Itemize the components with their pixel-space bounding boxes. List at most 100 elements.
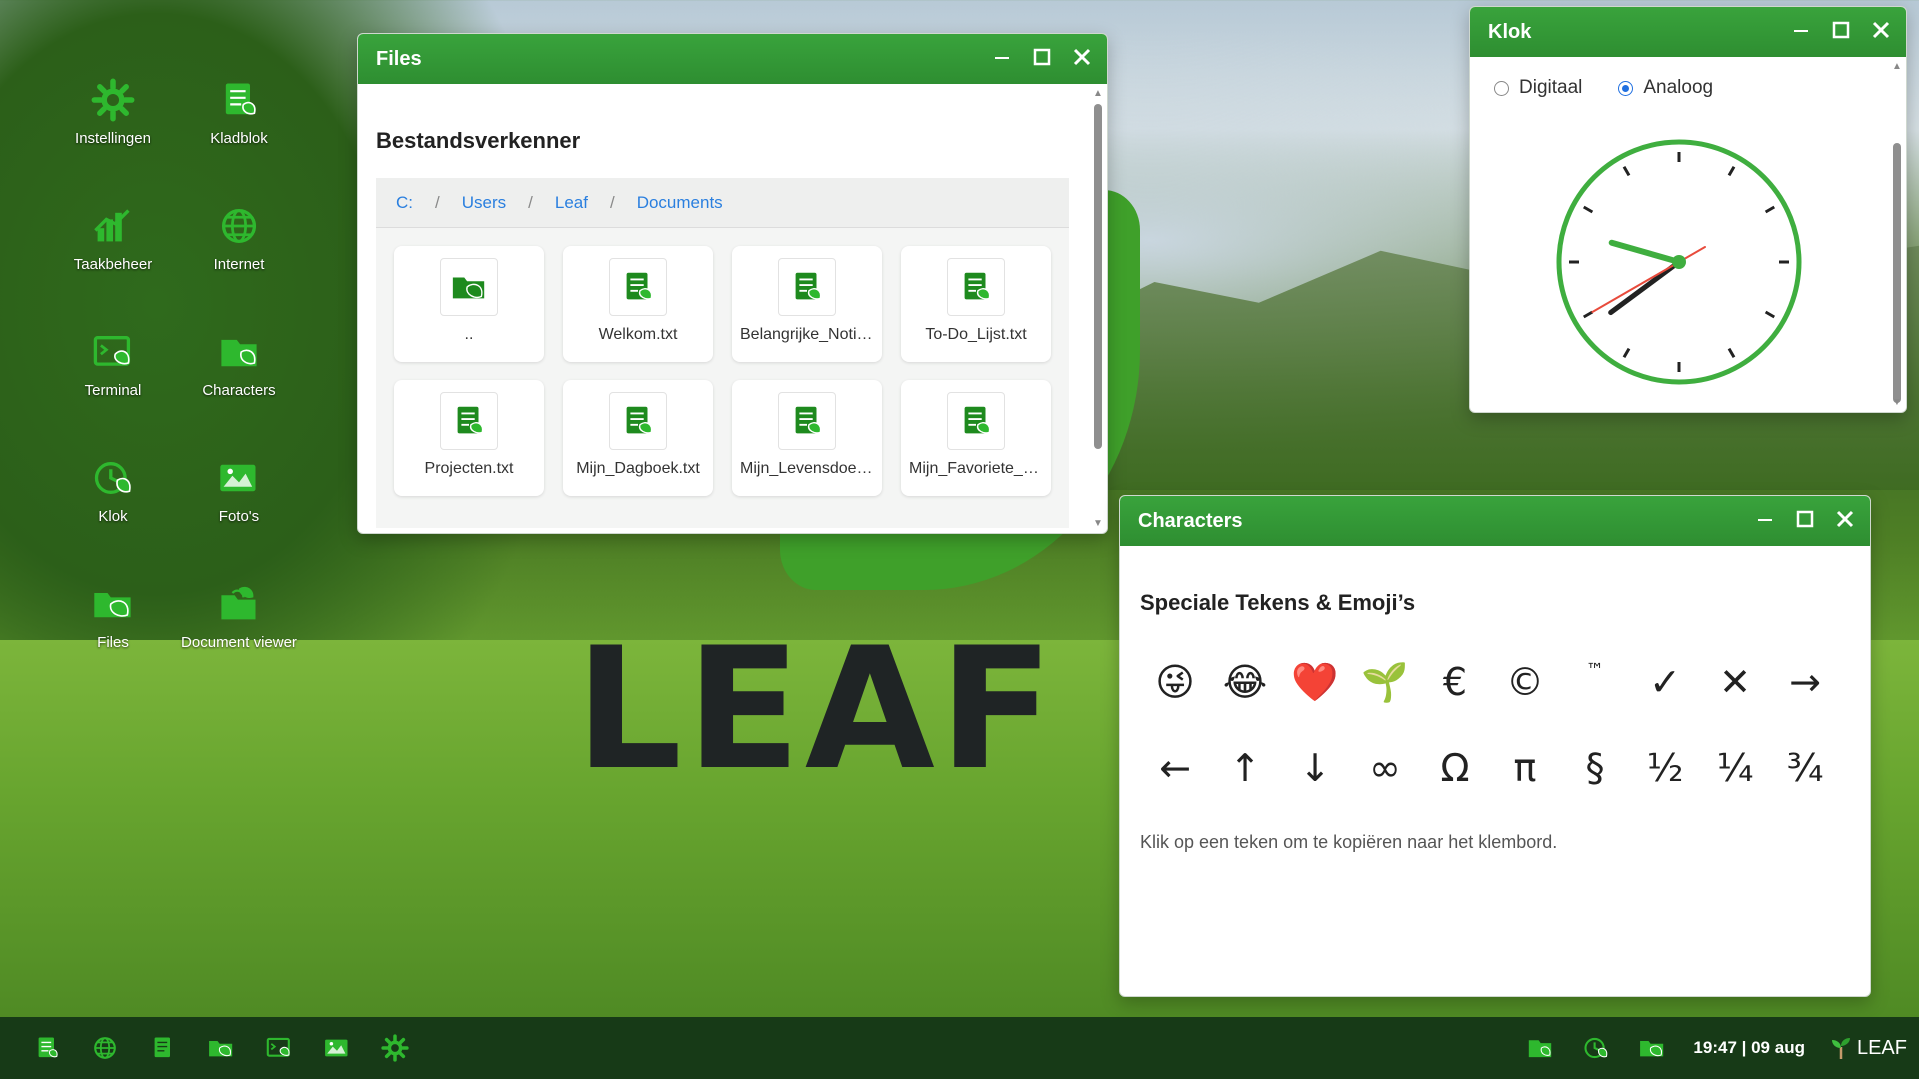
files-titlebar[interactable]: Files — [358, 34, 1107, 84]
desktop-icon-foto-s[interactable]: Foto's — [179, 456, 299, 526]
taskbar-globe-button[interactable] — [90, 1033, 120, 1063]
character-button[interactable]: § — [1560, 738, 1630, 798]
file-icon — [795, 406, 822, 434]
clock-titlebar[interactable]: Klok — [1470, 7, 1906, 57]
file-tile[interactable]: Mijn_Levensdoelen.txt — [732, 380, 882, 496]
gear-icon — [381, 1034, 409, 1062]
character-button[interactable]: Ω — [1420, 738, 1490, 798]
desktop-icon-label: Document viewer — [181, 634, 297, 651]
taskbar-photos-button[interactable] — [322, 1033, 352, 1063]
character-button[interactable]: ❤️ — [1280, 652, 1350, 712]
characters-titlebar[interactable]: Characters — [1120, 496, 1870, 546]
window-title: Files — [376, 47, 422, 70]
tray-characters-button[interactable] — [1525, 1033, 1555, 1063]
radio-button[interactable] — [1494, 80, 1509, 96]
file-tile[interactable]: Belangrijke_Notities.txt — [732, 246, 882, 362]
maximize-button[interactable] — [1830, 19, 1852, 41]
file-thumbnail — [440, 392, 498, 450]
character-button[interactable]: π — [1490, 738, 1560, 798]
analog-clock — [1556, 139, 1802, 385]
files-heading: Bestandsverkenner — [376, 128, 581, 153]
minimize-icon — [1758, 519, 1772, 521]
close-button[interactable] — [1834, 508, 1856, 530]
file-name: Welkom.txt — [598, 326, 678, 343]
file-tile[interactable]: Projecten.txt — [394, 380, 544, 496]
minimize-button[interactable] — [1790, 19, 1812, 41]
file-tile[interactable]: Welkom.txt — [563, 246, 713, 362]
desktop-icon-document-viewer[interactable]: Document viewer — [179, 582, 299, 652]
tray-icons — [1525, 1033, 1667, 1063]
file-icon — [626, 272, 653, 300]
file-tile[interactable]: To-Do_Lijst.txt — [901, 246, 1051, 362]
maximize-button[interactable] — [1794, 508, 1816, 530]
scroll-down-arrow-icon[interactable]: ▼ — [1891, 397, 1903, 409]
character-button[interactable]: ← — [1140, 738, 1210, 798]
character-button[interactable]: © — [1490, 652, 1560, 712]
radio-analoog[interactable]: Analoog — [1618, 77, 1713, 99]
file-name: Projecten.txt — [424, 460, 514, 477]
character-button[interactable]: ✓ — [1630, 652, 1700, 712]
character-button[interactable]: ½ — [1630, 738, 1700, 798]
scroll-up-arrow-icon[interactable]: ▲ — [1891, 61, 1903, 73]
maximize-button[interactable] — [1031, 46, 1053, 68]
desktop-icon-label: Kladblok — [210, 130, 268, 147]
character-button[interactable]: ™ — [1560, 652, 1630, 712]
scroll-down-arrow-icon[interactable]: ▼ — [1092, 518, 1104, 530]
character-button[interactable]: 😂 — [1210, 652, 1280, 712]
taskbar-folder-button[interactable] — [206, 1033, 236, 1063]
desktop-icon-characters[interactable]: Characters — [179, 330, 299, 400]
file-thumbnail — [778, 258, 836, 316]
radio-button[interactable] — [1618, 80, 1634, 96]
scrollbar-thumb[interactable] — [1094, 104, 1102, 449]
minimize-button[interactable] — [1754, 508, 1776, 530]
radio-digitaal[interactable]: Digitaal — [1494, 77, 1582, 99]
desktop-icon-terminal[interactable]: Terminal — [53, 330, 173, 400]
character-button[interactable]: 😜 — [1140, 652, 1210, 712]
character-button[interactable]: ✕ — [1700, 652, 1770, 712]
characters-window: Characters Speciale Tekens & Emoji’s 😜 😂 ❤… — [1119, 495, 1871, 997]
scrollbar-thumb[interactable] — [1893, 143, 1901, 403]
breadcrumb-item[interactable]: Documents — [637, 193, 723, 213]
maximize-icon — [1033, 48, 1051, 66]
taskbar-notes-button[interactable] — [148, 1033, 178, 1063]
breadcrumb-separator: / — [609, 192, 615, 212]
start-button[interactable]: LEAF — [1831, 1037, 1907, 1060]
folder-thumbnail — [440, 258, 498, 316]
desktop-icon-kladblok[interactable]: Kladblok — [179, 78, 299, 148]
desktop-icon-taakbeheer[interactable]: Taakbeheer — [53, 204, 173, 274]
files-scrollbar[interactable]: ▲ ▼ — [1089, 84, 1107, 533]
breadcrumb-item[interactable]: Users — [462, 193, 506, 213]
file-tile[interactable]: Mijn_Dagboek.txt — [563, 380, 713, 496]
close-button[interactable] — [1870, 19, 1892, 41]
clock-scrollbar[interactable]: ▲ ▼ — [1888, 57, 1906, 412]
character-button[interactable]: ¼ — [1700, 738, 1770, 798]
desktop-icon-files[interactable]: Files — [53, 582, 173, 652]
desktop-icon-klok[interactable]: Klok — [53, 456, 173, 526]
desktop-icon-instellingen[interactable]: Instellingen — [53, 78, 173, 148]
character-button[interactable]: → — [1770, 652, 1840, 712]
taskbar-clock[interactable]: 19:47 | 09 aug — [1693, 1038, 1805, 1058]
tray-folder-button[interactable] — [1637, 1033, 1667, 1063]
character-button[interactable]: 🌱 — [1350, 652, 1420, 712]
character-button[interactable]: € — [1420, 652, 1490, 712]
close-button[interactable] — [1071, 46, 1093, 68]
folder-tile[interactable]: .. — [394, 246, 544, 362]
desktop-icon-internet[interactable]: Internet — [179, 204, 299, 274]
desktop-icon-label: Instellingen — [75, 130, 151, 147]
window-title: Characters — [1138, 509, 1243, 532]
character-button[interactable]: ↓ — [1280, 738, 1350, 798]
character-button[interactable]: ∞ — [1350, 738, 1420, 798]
file-grid: .. Welkom.txt Belangrijke_Notities.txt To-D… — [394, 246, 1051, 496]
character-button[interactable]: ↑ — [1210, 738, 1280, 798]
taskbar-notepad-button[interactable] — [32, 1033, 62, 1063]
window-title: Klok — [1488, 20, 1532, 43]
tray-clock-button[interactable] — [1581, 1033, 1611, 1063]
breadcrumb-item[interactable]: Leaf — [555, 193, 588, 213]
breadcrumb-item[interactable]: C: — [396, 193, 413, 213]
character-button[interactable]: ¾ — [1770, 738, 1840, 798]
scroll-up-arrow-icon[interactable]: ▲ — [1092, 88, 1104, 100]
minimize-button[interactable] — [991, 46, 1013, 68]
taskbar-gear-button[interactable] — [380, 1033, 410, 1063]
file-tile[interactable]: Mijn_Favoriete_Dingen.txt — [901, 380, 1051, 496]
taskbar-terminal-button[interactable] — [264, 1033, 294, 1063]
